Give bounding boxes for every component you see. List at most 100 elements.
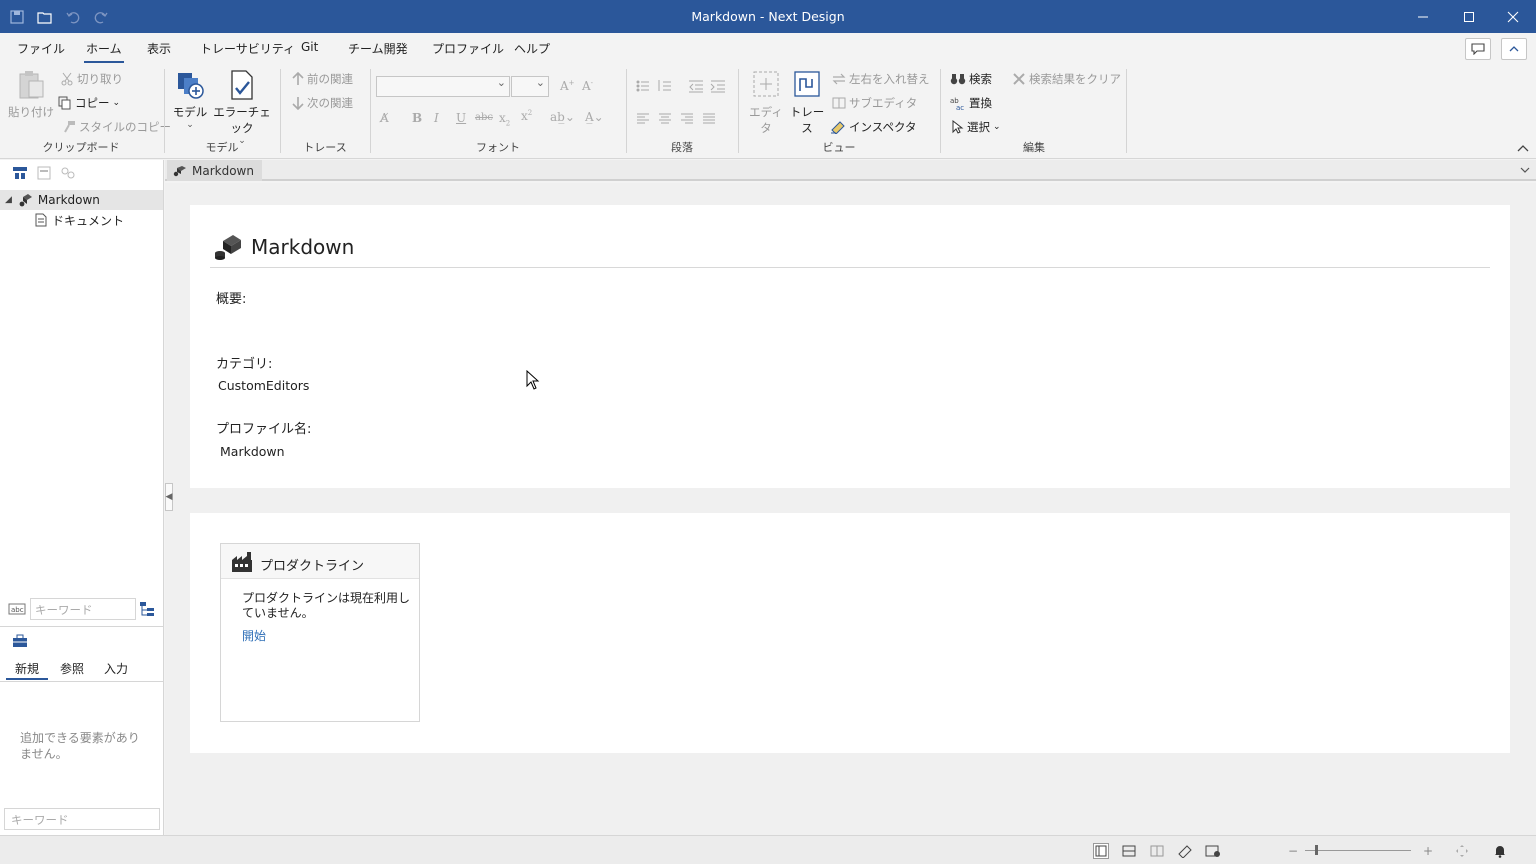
group-label-edit: 編集 <box>1023 141 1045 154</box>
font-color-icon[interactable]: A̲⌄ <box>585 110 604 124</box>
increase-indent-icon[interactable] <box>710 79 726 93</box>
group-clipboard: 貼り付け 切り取り コピー ⌄ スタイルのコピー クリップボード <box>0 65 171 157</box>
category-value[interactable]: CustomEditors <box>218 378 309 393</box>
select-button[interactable]: 選択 ⌄ <box>952 119 1001 135</box>
tab-profile[interactable]: プロファイル <box>432 40 504 57</box>
bold-icon[interactable]: B <box>412 111 422 125</box>
tab-new[interactable]: 新規 <box>5 660 49 680</box>
highlight-icon[interactable]: ab̲⌄ <box>550 110 575 124</box>
group-font: A+ A- A̸ B I U abc x2 x2 ab̲⌄ A̲⌄ フォント <box>372 65 624 157</box>
copy-button[interactable]: コピー ⌄ <box>58 95 120 111</box>
tab-git[interactable]: Git <box>301 40 318 54</box>
font-family-select[interactable] <box>376 76 510 97</box>
underline-icon[interactable]: U <box>456 111 466 125</box>
collapse-panel-handle[interactable]: ◀ <box>165 483 173 511</box>
hierarchy-filter-icon[interactable] <box>138 601 156 617</box>
chevron-down-icon: ⌄ <box>993 122 1001 132</box>
next-relation-button[interactable]: 次の関連 <box>292 95 353 111</box>
fit-view-icon[interactable] <box>1454 843 1470 859</box>
paste-button[interactable]: 貼り付け <box>8 69 54 120</box>
decrease-indent-icon[interactable] <box>688 79 704 93</box>
comment-icon[interactable] <box>1465 38 1491 60</box>
chevron-down-icon[interactable] <box>1520 166 1530 174</box>
list-view-icon[interactable] <box>36 166 52 180</box>
search-button[interactable]: 検索 <box>950 71 992 87</box>
tab-input[interactable]: 入力 <box>104 660 128 677</box>
notification-bell-icon[interactable] <box>1492 843 1508 859</box>
profile-name-value[interactable]: Markdown <box>220 444 285 459</box>
element-search-input[interactable]: キーワード <box>4 808 160 830</box>
group-edit: 検索 ab ac 置換 選択 ⌄ 検索結果をクリア 編集 <box>942 65 1126 157</box>
decrease-font-icon[interactable]: A- <box>582 79 593 93</box>
tab-reference[interactable]: 参照 <box>60 660 84 677</box>
justify-icon[interactable] <box>702 113 716 125</box>
doc-tab-markdown[interactable]: Markdown <box>167 160 262 181</box>
bullet-list-icon[interactable] <box>636 79 650 93</box>
minimize-icon[interactable] <box>1400 0 1446 33</box>
tab-file[interactable]: ファイル <box>17 40 65 57</box>
maximize-icon[interactable] <box>1446 0 1492 33</box>
tab-view[interactable]: 表示 <box>147 40 171 57</box>
tree-item-document[interactable]: ドキュメント <box>0 210 163 230</box>
product-line-tile: プロダクトライン プロダクトラインは現在利用していません。 開始 <box>220 543 420 722</box>
clear-x-icon <box>1013 73 1025 85</box>
zoom-slider[interactable] <box>1305 850 1411 851</box>
swap-button[interactable]: 左右を入れ替え <box>832 71 930 87</box>
close-icon[interactable] <box>1490 0 1536 33</box>
prev-relation-button[interactable]: 前の関連 <box>292 71 353 87</box>
layout-single-icon[interactable] <box>1093 843 1109 859</box>
layout-horizontal-icon[interactable] <box>1121 843 1137 859</box>
tree-view-icon[interactable] <box>12 166 28 180</box>
binoculars-icon <box>950 74 966 85</box>
trace-view-button[interactable]: トレース <box>786 69 828 136</box>
navigator-search-input[interactable]: キーワード <box>30 598 136 620</box>
clear-format-icon[interactable]: A̸ <box>380 111 389 125</box>
align-right-icon[interactable] <box>680 113 694 125</box>
expand-arrow-icon[interactable]: ◢ <box>5 195 12 205</box>
superscript-icon[interactable]: x2 <box>521 109 532 123</box>
editor-button[interactable]: エディタ <box>746 69 786 136</box>
settings-panel-icon[interactable] <box>1205 843 1221 859</box>
group-paragraph: 段落 <box>628 65 736 157</box>
zoom-out-icon[interactable]: − <box>1285 843 1301 859</box>
zoom-slider-thumb[interactable] <box>1315 845 1318 855</box>
tab-home[interactable]: ホーム <box>84 40 124 64</box>
inspector-button[interactable]: インスペクタ <box>830 119 917 135</box>
sub-editor-button[interactable]: サブエディタ <box>832 95 917 111</box>
start-link[interactable]: 開始 <box>242 627 266 644</box>
tab-help[interactable]: ヘルプ <box>514 40 550 57</box>
inspector-toggle-icon[interactable] <box>1177 843 1193 859</box>
align-center-icon[interactable] <box>658 113 672 125</box>
model-button[interactable]: モデル ⌄ <box>170 69 210 130</box>
copy-icon <box>58 96 71 110</box>
copy-style-button[interactable]: スタイルのコピー <box>62 119 171 135</box>
category-label: カテゴリ: <box>216 357 273 372</box>
strikethrough-icon[interactable]: abc <box>475 112 493 123</box>
subscript-icon[interactable]: x2 <box>499 111 510 127</box>
tab-team[interactable]: チーム開発 <box>348 40 408 57</box>
zoom-in-icon[interactable]: + <box>1420 843 1436 859</box>
italic-icon[interactable]: I <box>434 111 439 125</box>
filter-abc-icon[interactable]: abc <box>8 602 26 616</box>
tree-item-markdown[interactable]: ◢ Markdown <box>0 190 163 210</box>
menu-bar: ファイル ホーム 表示 トレーサビリティ Git チーム開発 プロファイル ヘル… <box>0 33 1536 64</box>
tab-traceability[interactable]: トレーサビリティ <box>200 40 295 57</box>
sync-icon[interactable] <box>60 166 76 180</box>
align-left-icon[interactable] <box>636 113 650 125</box>
error-check-button[interactable]: エラーチェック ⌄ <box>210 69 274 146</box>
page-title: Markdown <box>251 235 355 259</box>
divider <box>210 267 1490 268</box>
cut-button[interactable]: 切り取り <box>60 71 123 87</box>
collapse-up-icon[interactable] <box>1517 145 1529 153</box>
group-label-font: フォント <box>476 141 520 154</box>
increase-font-icon[interactable]: A+ <box>560 79 575 93</box>
replace-button[interactable]: ab ac 置換 <box>950 95 992 111</box>
numbered-list-icon[interactable] <box>658 79 672 93</box>
toolbox-icon[interactable] <box>12 634 28 648</box>
mouse-cursor-icon <box>526 370 540 390</box>
layout-vertical-icon[interactable] <box>1149 843 1165 859</box>
pointer-icon <box>952 120 964 134</box>
collapse-ribbon-icon[interactable] <box>1501 38 1527 60</box>
font-size-select[interactable] <box>511 76 549 97</box>
clear-results-button[interactable]: 検索結果をクリア <box>1012 71 1121 87</box>
